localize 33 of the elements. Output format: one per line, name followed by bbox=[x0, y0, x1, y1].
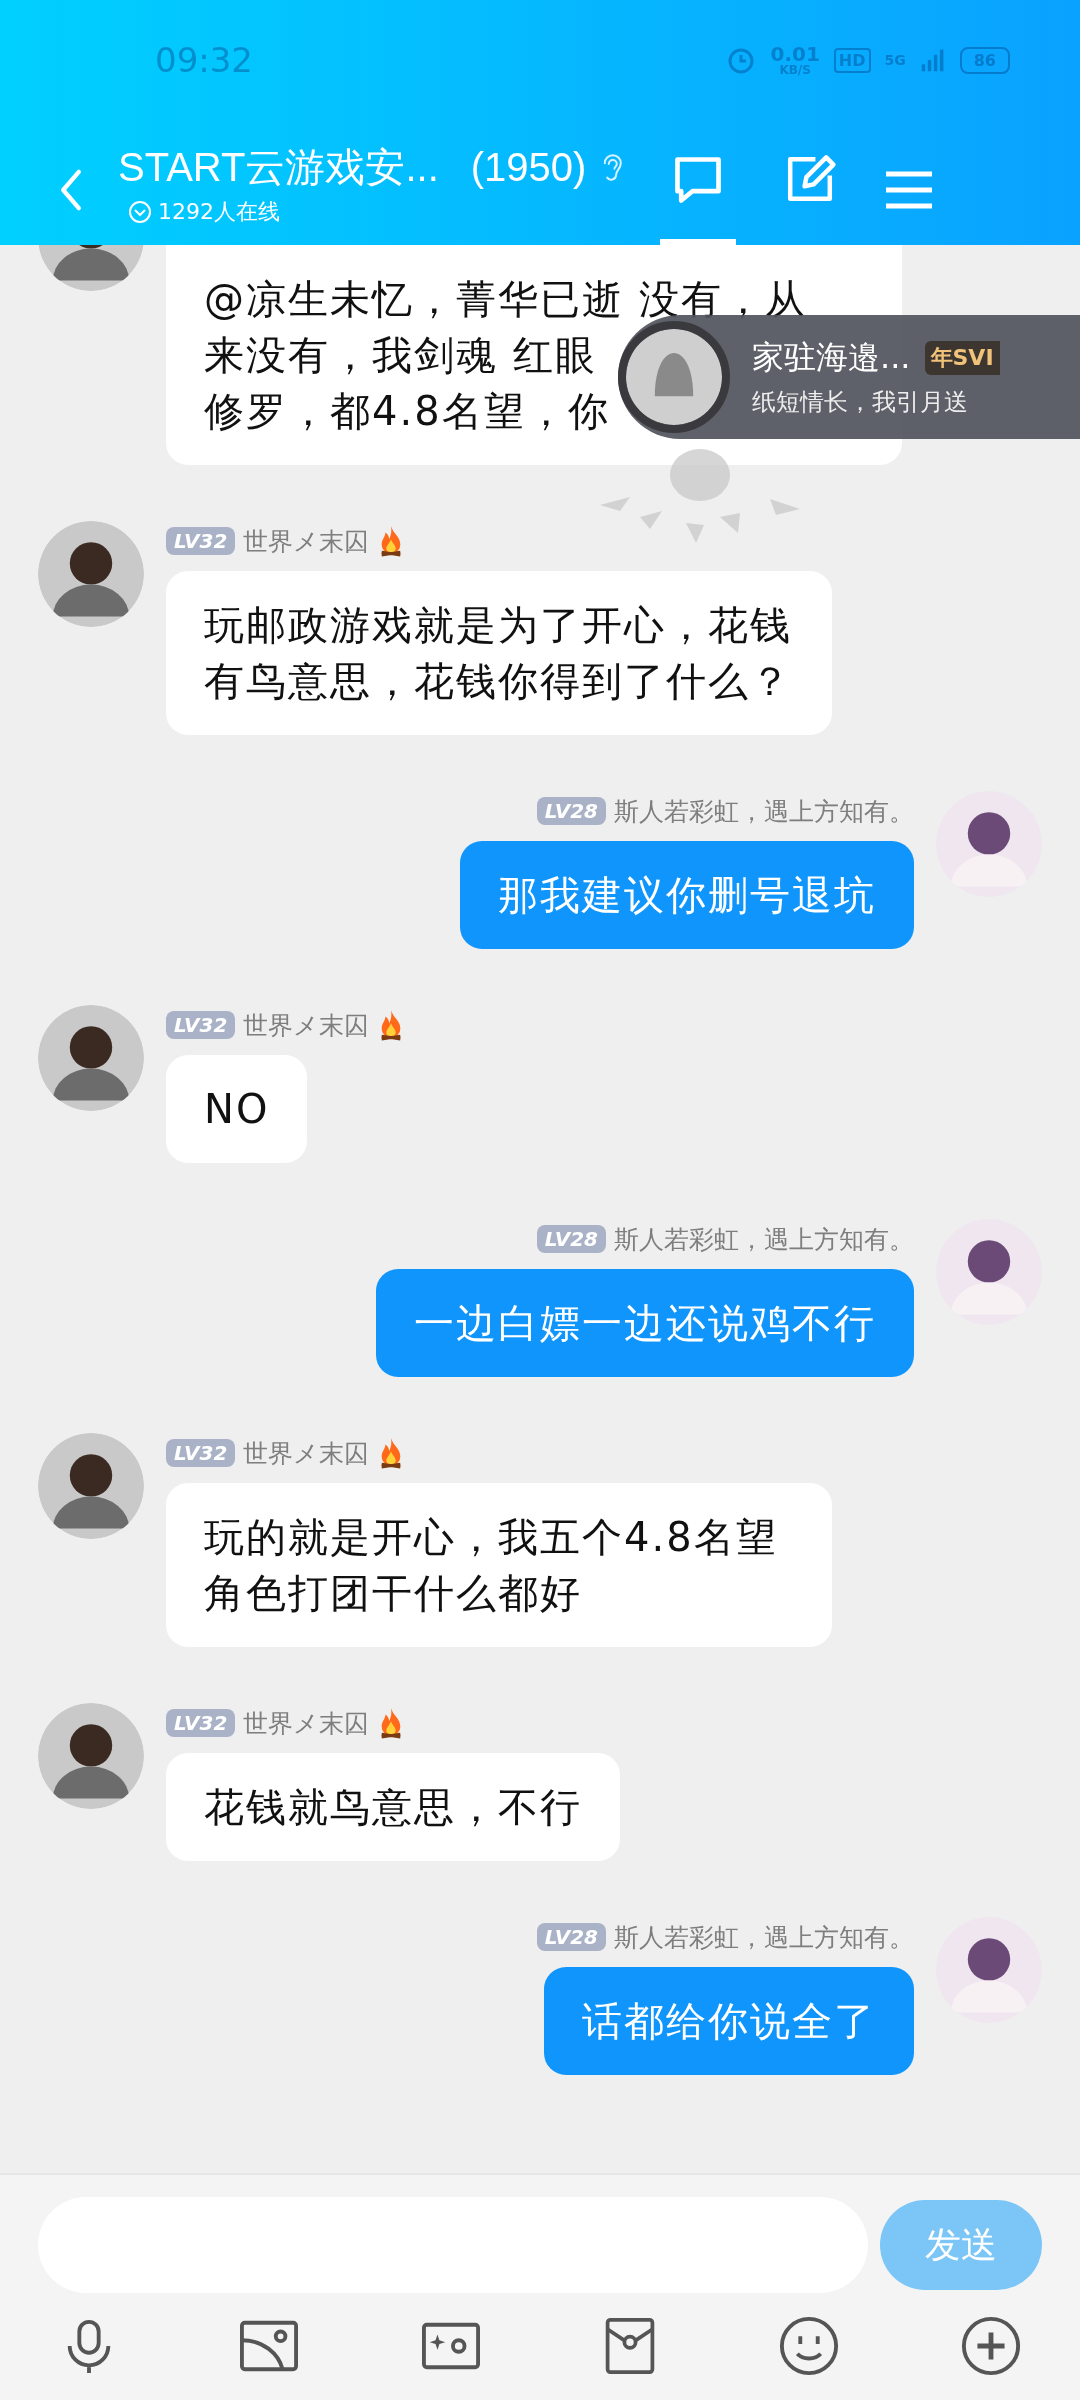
message-bubble[interactable]: 玩邮政游戏就是为了开心，花钱有鸟意思，花钱你得到了什么？ bbox=[166, 571, 832, 735]
level-badge: LV32 bbox=[166, 527, 236, 555]
user-name: 世界メ末囚 bbox=[243, 1009, 370, 1042]
message-bubble[interactable]: NO bbox=[166, 1055, 308, 1163]
message-bubble[interactable]: 玩的就是开心，我五个4.8名望角色打团干什么都好 bbox=[166, 1483, 832, 1647]
avatar[interactable] bbox=[936, 791, 1042, 897]
user-name: 斯人若彩虹，遇上方知有。 bbox=[614, 1921, 914, 1954]
level-badge: LV28 bbox=[536, 797, 606, 825]
group-title: START云游戏安... bbox=[118, 144, 439, 191]
level-badge: LV32 bbox=[166, 1709, 236, 1737]
user-name: 世界メ末囚 bbox=[243, 1437, 370, 1470]
level-badge: LV28 bbox=[536, 1225, 606, 1253]
add-icon[interactable] bbox=[960, 2315, 1022, 2377]
avatar[interactable] bbox=[38, 1433, 144, 1539]
user-name: 斯人若彩虹，遇上方知有。 bbox=[614, 1223, 914, 1256]
user-name: 世界メ末囚 bbox=[243, 1707, 370, 1740]
member-count: (1950) bbox=[470, 145, 587, 190]
level-badge: LV28 bbox=[536, 1923, 606, 1951]
avatar[interactable] bbox=[936, 1219, 1042, 1325]
avatar[interactable] bbox=[38, 1005, 144, 1111]
avatar[interactable] bbox=[38, 521, 144, 627]
user-name: 斯人若彩虹，遇上方知有。 bbox=[614, 795, 914, 828]
menu-icon[interactable] bbox=[884, 170, 935, 210]
level-badge: LV32 bbox=[166, 1439, 236, 1467]
status-time: 09:32 bbox=[155, 40, 253, 80]
message-bubble[interactable]: 花钱就鸟意思，不行 bbox=[166, 1753, 620, 1861]
online-count: 1292人在线 bbox=[158, 198, 280, 226]
level-badge: LV32 bbox=[166, 1011, 236, 1039]
avatar[interactable] bbox=[38, 1703, 144, 1809]
vip-badge: 年SVI bbox=[924, 341, 1000, 375]
user-name: 世界メ末囚 bbox=[243, 525, 370, 558]
emoji-icon[interactable] bbox=[778, 2315, 840, 2377]
avatar[interactable] bbox=[936, 1917, 1042, 2023]
